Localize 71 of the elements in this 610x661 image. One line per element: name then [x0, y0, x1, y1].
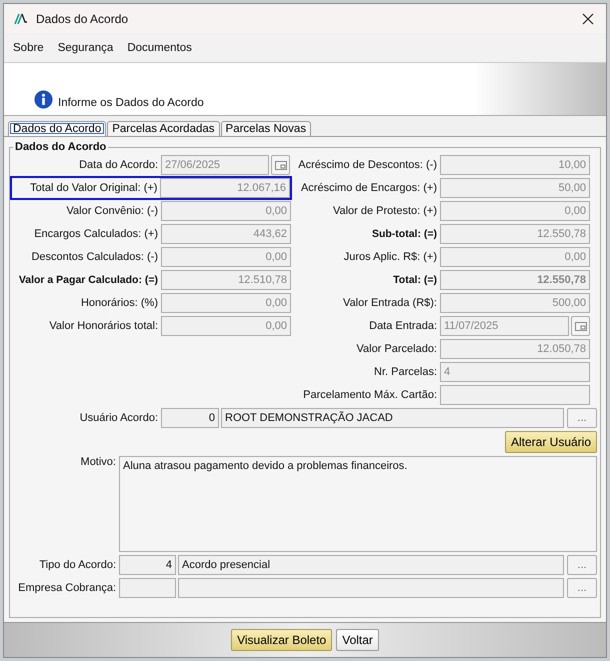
lookup-button[interactable]: ... [567, 408, 597, 428]
group-title: Dados do Acordo [14, 141, 108, 153]
input-field[interactable]: 443,62 [161, 224, 291, 244]
field-label: Nr. Parcelas: [373, 366, 438, 378]
field-label: Usuário Acordo: [78, 412, 159, 424]
calendar-button[interactable] [271, 155, 290, 175]
code-field[interactable]: 0 [161, 408, 219, 428]
input-field[interactable]: 4 [440, 362, 590, 382]
tab[interactable]: Parcelas Acordadas [107, 121, 220, 136]
field-label: Data Entrada: [368, 320, 438, 332]
input-field[interactable]: 500,00 [440, 293, 590, 313]
field-label: Valor Convênio: (-) [66, 205, 159, 217]
field-label: Valor Entrada (R$): [342, 297, 438, 309]
back-button[interactable]: Voltar [336, 629, 379, 651]
view-button[interactable]: Visualizar Boleto [231, 629, 332, 651]
field-label: Valor a Pagar Calculado: (=) [18, 274, 159, 286]
input-field[interactable]: 50,00 [440, 178, 590, 198]
field-label: Data do Acordo: [78, 159, 159, 171]
input-field[interactable]: 0,00 [161, 316, 291, 336]
banner-text: Informe os Dados do Acordo [58, 97, 204, 109]
field-label: Valor de Protesto: (+) [332, 205, 438, 217]
lookup-button[interactable]: ... [567, 578, 597, 598]
field-label: Tipo do Acordo: [38, 559, 117, 571]
input-field[interactable]: 12.550,78 [440, 224, 590, 244]
tab[interactable]: Dados do Acordo [8, 121, 106, 136]
field-label: Sub-total: (=) [370, 228, 438, 240]
input-field[interactable]: 0,00 [440, 201, 590, 221]
close-icon[interactable] [582, 12, 594, 24]
field-label: Acréscimo de Descontos: (-) [297, 159, 438, 171]
input-field[interactable]: 0,00 [161, 201, 291, 221]
code-field[interactable] [119, 578, 176, 598]
input-field[interactable]: 0,00 [161, 293, 291, 313]
app-logo-icon [14, 12, 28, 24]
field-label: Encargos Calculados: (+) [33, 228, 159, 240]
name-field[interactable]: Acordo presencial [178, 555, 564, 575]
field-label: Acréscimo de Encargos: (+) [300, 182, 438, 194]
tab[interactable]: Parcelas Novas [220, 121, 312, 136]
field-label: Valor Honorários total: [48, 320, 159, 332]
field-label: Motivo: [80, 456, 117, 468]
calendar-icon [274, 160, 286, 170]
input-field[interactable]: 0,00 [440, 247, 590, 267]
field-label: Parcelamento Máx. Cartão: [302, 389, 438, 401]
change-user-button[interactable]: Alterar Usuário [504, 431, 597, 453]
field-label: Empresa Cobrança: [17, 582, 117, 594]
calendar-icon [574, 322, 586, 330]
input-field[interactable]: 0,00 [161, 247, 291, 267]
window-title: Dados do Acordo [36, 12, 130, 26]
menu-item[interactable]: Documentos [127, 42, 192, 54]
input-field[interactable]: 12.067,16 [160, 178, 290, 198]
input-field[interactable]: 12.550,78 [440, 270, 590, 290]
info-icon [34, 90, 53, 109]
input-field[interactable]: 10,00 [440, 155, 590, 175]
calendar-button[interactable] [571, 316, 590, 336]
field-label: Total do Valor Original: (+) [29, 182, 158, 194]
field-label: Honorários: (%) [80, 297, 159, 309]
name-field[interactable]: ROOT DEMONSTRAÇÃO JACAD [221, 408, 564, 428]
menu-item[interactable]: Segurança [58, 42, 114, 54]
date-field[interactable]: 27/06/2025 [161, 155, 269, 175]
field-label: Total: (=) [392, 274, 438, 286]
code-field[interactable]: 4 [119, 555, 176, 575]
input-field[interactable]: 12.050,78 [440, 339, 590, 359]
field-label: Juros Aplic. R$: (+) [342, 251, 438, 263]
field-label: Valor Parcelado: [355, 343, 438, 355]
date-field[interactable]: 11/07/2025 [440, 316, 569, 336]
input-field[interactable] [440, 385, 590, 405]
field-label: Descontos Calculados: (-) [30, 251, 159, 263]
name-field[interactable] [178, 578, 564, 598]
lookup-button[interactable]: ... [567, 555, 597, 575]
menu-item[interactable]: Sobre [13, 42, 44, 54]
reason-textarea[interactable]: Aluna atrasou pagamento devido a problemas financeiros. [119, 456, 597, 552]
input-field[interactable]: 12.510,78 [161, 270, 291, 290]
